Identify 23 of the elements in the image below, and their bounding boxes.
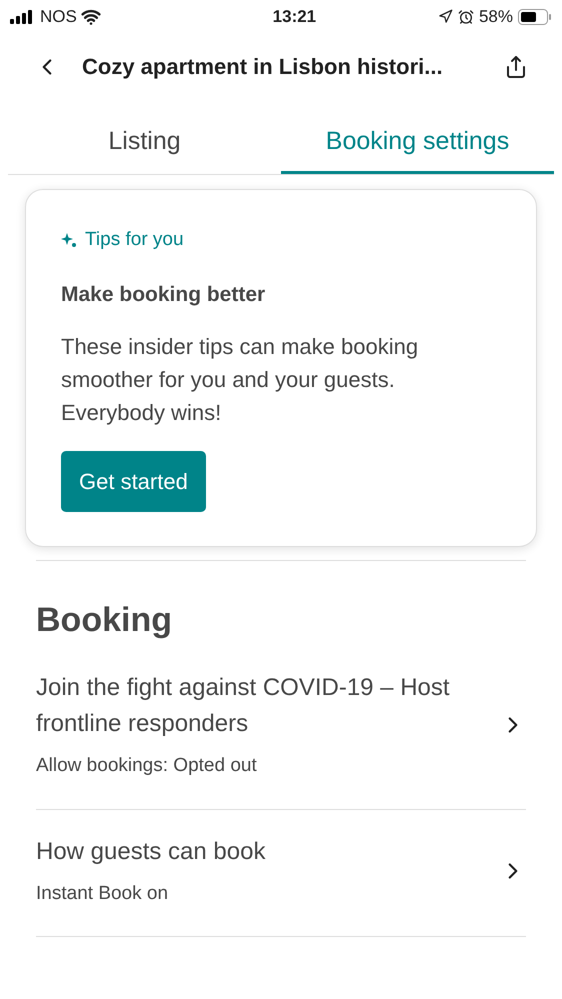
row-subtitle: Allow bookings: Opted out [36,754,258,778]
listing-title: Cozy apartment in Lisbon histori... [82,53,444,81]
battery-icon [518,8,552,24]
section-heading: Booking [36,600,173,641]
settings-row[interactable]: Join the fight against COVID-19 – Host frontline responders Allow bookings: Opted out [36,646,526,810]
location-icon [438,9,453,24]
alarm-icon [458,8,474,24]
share-icon [504,54,528,78]
get-started-button[interactable]: Get started [61,451,206,512]
tips-label: Tips for you [85,228,184,252]
row-subtitle: Instant Book on [36,882,170,906]
clock-time: 13:21 [272,6,316,28]
row-title: How guests can book [36,836,266,866]
battery-percent: 58% [478,6,513,28]
share-button[interactable] [504,54,528,78]
tab[interactable]: Listing [8,112,281,174]
tab[interactable]: Booking settings [281,112,554,174]
sparkle-icon [61,232,77,248]
card-title: Make booking better [61,282,266,308]
card-description: These insider tips can make booking smoother for you and your guests. Everybody wins! [61,333,420,427]
carrier-name: NOS [40,6,77,28]
row-title: Join the fight against COVID-19 – Host frontline responders [36,673,451,739]
settings-row[interactable]: How guests can book Instant Book on [36,810,526,937]
